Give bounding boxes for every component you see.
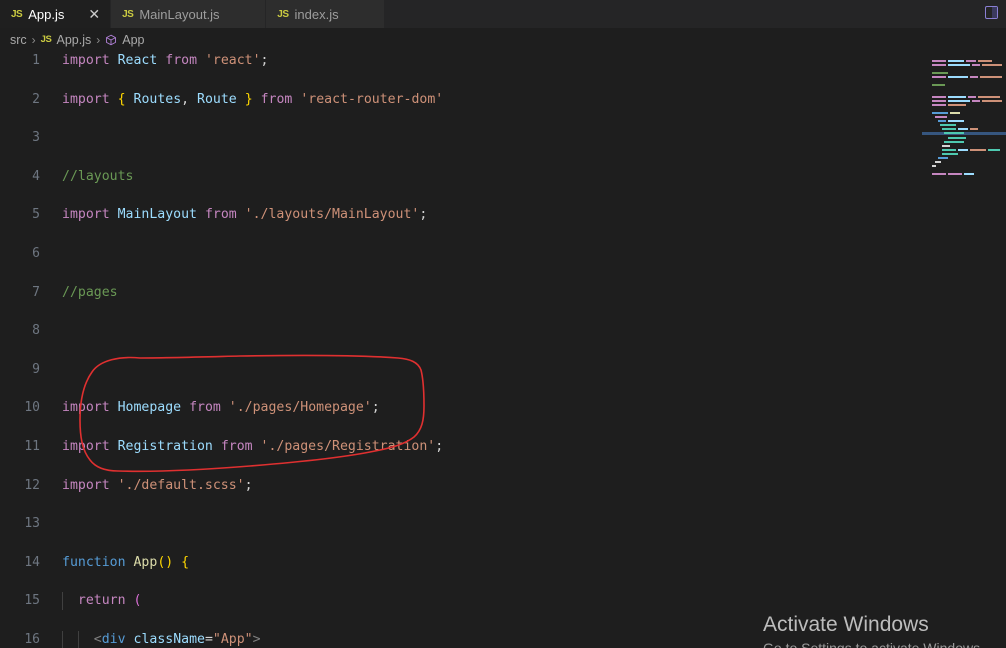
line-number: 11 xyxy=(24,438,40,454)
tab-bar-empty-space xyxy=(385,0,1006,28)
js-file-icon: JS xyxy=(122,8,134,20)
line-number: 12 xyxy=(24,477,40,493)
editor-line[interactable]: 5 import MainLayout from './layouts/MainL… xyxy=(0,205,1006,224)
line-number: 2 xyxy=(32,91,40,107)
line-number: 8 xyxy=(32,323,40,339)
line-number: 4 xyxy=(32,168,40,184)
breadcrumb-item-src[interactable]: src xyxy=(10,33,27,47)
editor-line[interactable]: 1 import React from 'react'; xyxy=(0,51,1006,70)
line-content: import { Routes, Route } from 'react-rou… xyxy=(62,91,444,107)
line-content: import Registration from './pages/Regist… xyxy=(62,438,444,454)
editor-line[interactable]: 10 import Homepage from './pages/Homepage… xyxy=(0,398,1006,417)
tab-label: MainLayout.js xyxy=(139,6,220,22)
js-file-icon: JS xyxy=(277,8,289,20)
js-file-icon: JS xyxy=(11,8,23,20)
line-content: //pages xyxy=(62,284,118,300)
editor-line[interactable]: 16 <div className="App"> xyxy=(0,630,1006,648)
minimap-current-line xyxy=(922,132,1006,135)
line-content: <div className="App"> xyxy=(93,631,261,647)
breadcrumb-item-symbol[interactable]: App xyxy=(122,33,144,47)
line-content: return ( xyxy=(77,593,142,609)
line-content: import MainLayout from './layouts/MainLa… xyxy=(62,207,428,223)
line-number: 10 xyxy=(24,400,40,416)
editor-line[interactable]: 15 return ( xyxy=(0,591,1006,611)
tab-label: App.js xyxy=(28,6,65,22)
line-number: 13 xyxy=(24,516,40,532)
close-icon[interactable]: ✕ xyxy=(88,7,100,21)
chevron-right-icon: › xyxy=(31,32,36,47)
line-content: import React from 'react'; xyxy=(62,53,269,68)
js-file-icon: JS xyxy=(40,34,52,45)
editor-tab-bar: JS App.js ✕ JS MainLayout.js ✕ JS index.… xyxy=(0,0,1006,28)
tab-index-js[interactable]: JS index.js ✕ xyxy=(266,0,386,28)
line-number: 14 xyxy=(24,554,40,570)
editor-layout-icon[interactable] xyxy=(985,6,998,19)
breadcrumb-item-file[interactable]: App.js xyxy=(57,33,92,47)
cube-icon xyxy=(105,34,117,46)
editor-line[interactable]: 6 xyxy=(0,244,1006,263)
line-number: 3 xyxy=(32,130,40,146)
line-number: 15 xyxy=(24,593,40,609)
chevron-right-icon: › xyxy=(96,32,101,47)
vscode-window: JS App.js ✕ JS MainLayout.js ✕ JS index.… xyxy=(0,0,1006,648)
tab-mainlayout-js[interactable]: JS MainLayout.js ✕ xyxy=(111,0,267,28)
editor-line[interactable]: 2 import { Routes, Route } from 'react-ro… xyxy=(0,90,1006,109)
line-number: 16 xyxy=(24,631,40,647)
line-number: 7 xyxy=(32,284,40,300)
editor-line[interactable]: 12 import './default.scss'; xyxy=(0,476,1006,495)
editor-line[interactable]: 11 import Registration from './pages/Regi… xyxy=(0,437,1006,456)
line-content: import './default.scss'; xyxy=(62,477,253,493)
editor-line[interactable]: 14 function App() { xyxy=(0,553,1006,572)
line-number: 5 xyxy=(32,207,40,223)
tab-app-js[interactable]: JS App.js ✕ xyxy=(0,0,112,28)
tab-label: index.js xyxy=(294,6,339,22)
line-content: //layouts xyxy=(62,168,134,184)
editor-line[interactable]: 4 //layouts xyxy=(0,167,1006,186)
editor-line[interactable]: 3 xyxy=(0,128,1006,147)
breadcrumb: src › JS App.js › App xyxy=(0,28,1006,51)
line-content: import Homepage from './pages/Homepage'; xyxy=(62,400,380,416)
editor-line[interactable]: 7 //pages xyxy=(0,283,1006,302)
editor-line[interactable]: 13 xyxy=(0,514,1006,533)
code-editor[interactable]: 1 import React from 'react'; 2 import { Ro… xyxy=(0,51,1006,648)
editor-line[interactable]: 8 xyxy=(0,321,1006,340)
line-number: 9 xyxy=(32,361,40,377)
editor-line[interactable]: 9 xyxy=(0,360,1006,379)
line-number: 6 xyxy=(32,245,40,261)
minimap[interactable] xyxy=(922,51,1006,648)
line-number: 1 xyxy=(32,53,40,68)
line-content: function App() { xyxy=(62,554,190,570)
